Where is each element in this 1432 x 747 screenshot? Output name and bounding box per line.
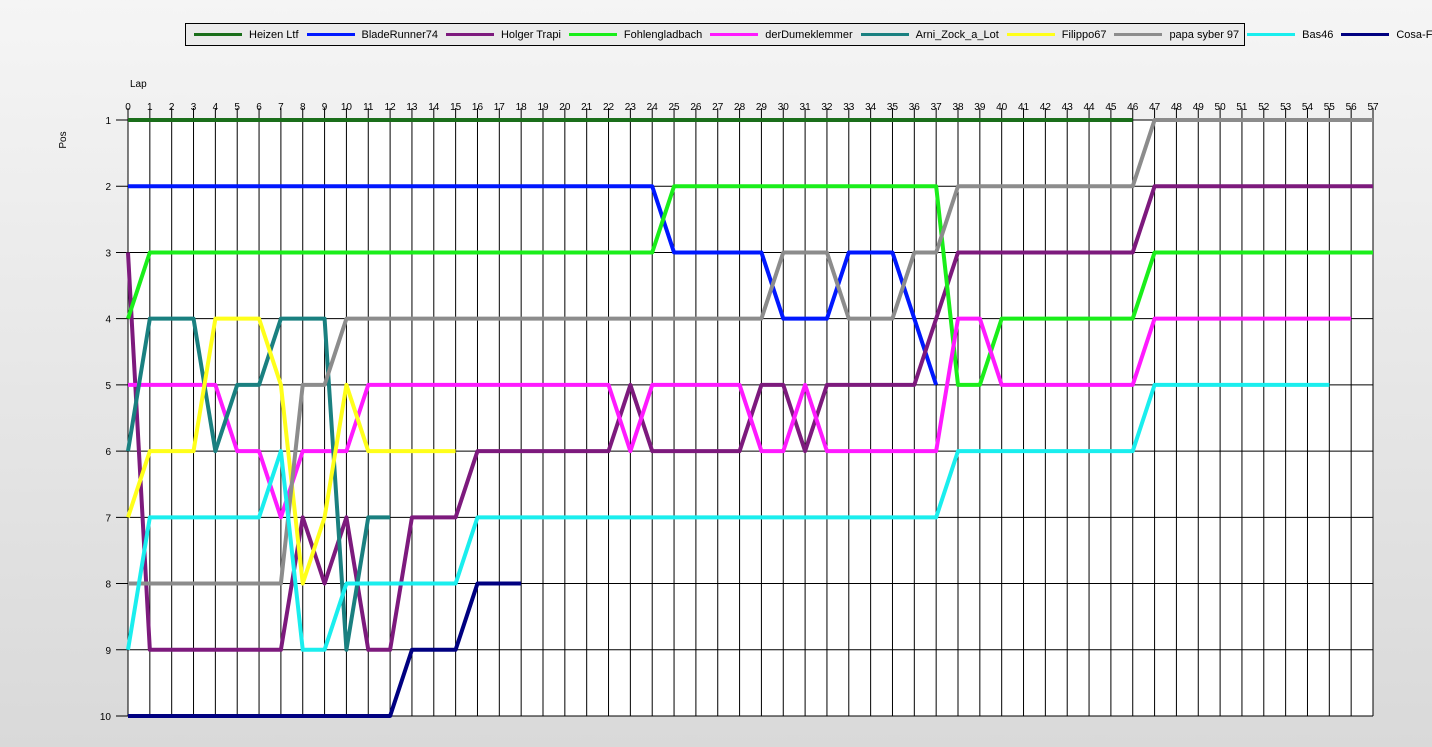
x-tick-label: 12 [385,102,397,113]
x-tick-label: 48 [1171,102,1183,113]
x-tick-label: 38 [952,102,964,113]
x-tick-label: 1 [147,102,153,113]
x-tick-label: 4 [213,102,219,113]
x-tick-label: 3 [191,102,197,113]
x-tick-label: 18 [516,102,528,113]
y-tick-label: 3 [105,248,111,259]
y-tick-label: 4 [105,315,111,326]
x-tick-label: 5 [234,102,240,113]
x-tick-label: 19 [537,102,549,113]
x-tick-label: 17 [494,102,506,113]
x-tick-label: 20 [559,102,571,113]
x-tick-label: 15 [450,102,462,113]
x-tick-label: 53 [1280,102,1292,113]
x-tick-label: 23 [625,102,637,113]
y-tick-label: 6 [105,447,111,458]
x-tick-label: 44 [1083,102,1095,113]
x-tick-label: 22 [603,102,615,113]
x-tick-label: 9 [322,102,328,113]
x-tick-label: 47 [1149,102,1161,113]
x-tick-label: 56 [1346,102,1358,113]
x-tick-label: 55 [1324,102,1336,113]
x-tick-label: 26 [690,102,702,113]
y-tick-label: 9 [105,646,111,657]
x-tick-label: 36 [909,102,921,113]
race-position-chart: 0 1 2 3 4 5 6 7 8 9 10 11 12 13 14 15 16 17 18 19 20 21 22 23 24… [58,79,1379,723]
y-axis-title: Pos [58,131,69,148]
x-tick-label: 0 [125,102,131,113]
x-tick-label: 2 [169,102,175,113]
y-tick-label: 7 [105,513,111,524]
x-tick-label: 51 [1236,102,1248,113]
x-tick-label: 45 [1105,102,1117,113]
x-tick-label: 50 [1215,102,1227,113]
x-tick-label: 31 [800,102,812,113]
x-tick-label: 10 [341,102,353,113]
x-tick-label: 43 [1062,102,1074,113]
x-tick-label: 40 [996,102,1008,113]
x-tick-label: 54 [1302,102,1314,113]
x-axis-title: Lap [130,79,147,90]
x-tick-label: 6 [256,102,262,113]
x-tick-label: 35 [887,102,899,113]
x-tick-label: 30 [778,102,790,113]
x-tick-label: 7 [278,102,284,113]
x-tick-label: 34 [865,102,877,113]
x-tick-label: 39 [974,102,986,113]
x-tick-label: 28 [734,102,746,113]
x-tick-label: 46 [1127,102,1139,113]
x-tick-label: 25 [668,102,680,113]
y-tick-label: 2 [105,182,111,193]
y-tick-label: 10 [100,712,112,723]
y-tick-label: 8 [105,580,111,591]
x-tick-label: 32 [821,102,833,113]
x-tick-label: 24 [647,102,659,113]
x-tick-label: 16 [472,102,484,113]
x-tick-label: 29 [756,102,768,113]
x-tick-label: 14 [428,102,440,113]
x-tick-label: 49 [1193,102,1205,113]
x-tick-label: 21 [581,102,593,113]
x-tick-label: 8 [300,102,306,113]
x-tick-label: 42 [1040,102,1052,113]
x-tick-label: 13 [406,102,418,113]
x-tick-label: 37 [931,102,943,113]
y-tick-label: 5 [105,381,111,392]
x-tick-label: 11 [363,102,374,113]
x-tick-label: 52 [1258,102,1270,113]
x-tick-label: 41 [1018,102,1030,113]
x-tick-label: 27 [712,102,724,113]
x-tick-label: 33 [843,102,855,113]
x-tick-label: 57 [1367,102,1379,113]
y-tick-label: 1 [105,116,111,127]
